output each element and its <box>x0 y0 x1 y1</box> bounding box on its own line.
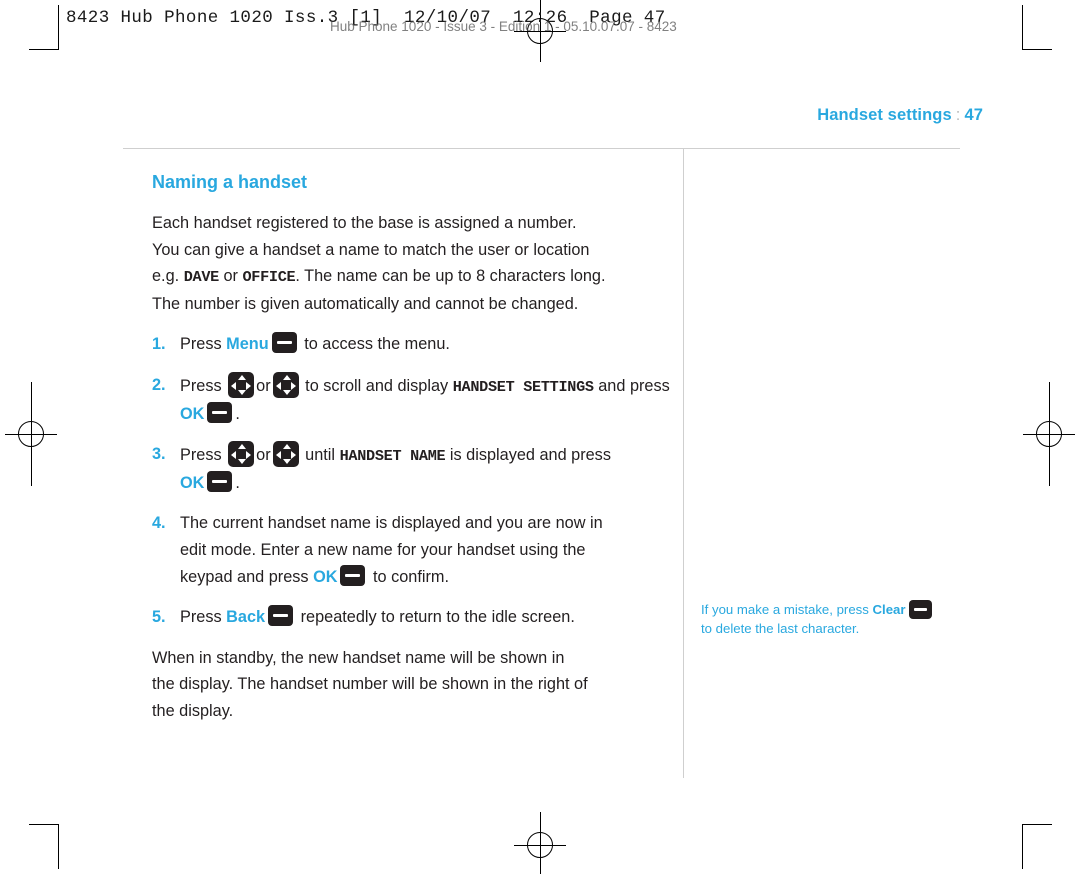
registration-cross-right-v <box>1048 382 1050 486</box>
step-number: 1. <box>152 335 166 354</box>
navigation-key-up-down-icon <box>228 441 255 468</box>
softkey-button-icon <box>268 605 294 627</box>
step-1-text-post: to access the menu. <box>299 335 450 354</box>
registration-cross-bottom-v <box>539 812 541 874</box>
sidenote-text-pre: If you make a mistake, press <box>701 602 873 617</box>
intro-line-3-prefix: e.g. <box>152 267 184 286</box>
step-2-text-tail-post: . <box>235 404 240 423</box>
crop-mark-bottom-right <box>1022 824 1052 869</box>
step-2-text-tail-pre: and press <box>598 376 670 395</box>
closing-paragraph: When in standby, the new handset name wi… <box>152 645 682 725</box>
step-2-text-pre: Press <box>180 376 227 395</box>
list-item: 5. Press Back repeatedly to return to th… <box>152 604 682 631</box>
intro-line-3-suffix: . The name can be up to 8 characters lon… <box>295 267 606 286</box>
step-1-text-pre: Press <box>180 335 227 354</box>
crop-mark-top-left <box>29 5 59 50</box>
step-5-text-pre: Press <box>180 608 227 627</box>
back-key-label: Back <box>226 608 266 627</box>
registration-cross-left-v <box>30 382 32 486</box>
crop-mark-top-right <box>1022 5 1052 50</box>
closing-line-1: When in standby, the new handset name wi… <box>152 648 565 667</box>
step-3-text-post: until <box>300 446 340 465</box>
page-canvas: 8423 Hub Phone 1020 Iss.3 [1] 12/10/07 1… <box>0 0 1080 874</box>
step-3-text-mid: or <box>256 446 271 465</box>
crop-mark-bottom-left <box>29 824 59 869</box>
ok-key-label: OK <box>180 404 205 423</box>
example-name-dave: DAVE <box>183 268 220 287</box>
intro-paragraph: Each handset registered to the base is a… <box>152 210 682 317</box>
sidenote-text-post: to delete the last character. <box>701 621 860 636</box>
step-number: 3. <box>152 445 166 464</box>
step-number: 2. <box>152 375 166 394</box>
step-5-text-post: repeatedly to return to the idle screen. <box>296 608 575 627</box>
page-title: Naming a handset <box>152 172 308 192</box>
navigation-key-up-down-icon <box>228 371 255 398</box>
page-header-folio: Handset settings:47 <box>817 106 983 125</box>
intro-line-1: Each handset registered to the base is a… <box>152 214 577 232</box>
running-head-slug: Hub Phone 1020 - Issue 3 - Edition 1 - 0… <box>330 19 677 34</box>
closing-line-2: the display. The handset number will be … <box>152 675 588 694</box>
closing-line-3: the display. <box>152 701 234 720</box>
softkey-button-icon <box>207 401 233 423</box>
list-item: 4. The current handset name is displayed… <box>152 510 682 590</box>
softkey-button-icon <box>207 470 233 492</box>
step-3-text-tail-pre: is displayed and press <box>445 446 611 465</box>
sidenote-block: If you make a mistake, press Clear to de… <box>701 600 963 638</box>
running-title: Handset settings <box>817 106 952 124</box>
step-4-line-3-pre: keypad and press <box>180 567 314 586</box>
column-divider-rule <box>683 148 684 778</box>
softkey-button-icon <box>340 564 366 586</box>
softkey-button-icon <box>271 332 297 354</box>
example-name-office: OFFICE <box>242 268 296 287</box>
display-text-handset-name: HANDSET NAME <box>339 447 446 466</box>
intro-line-2: You can give a handset a name to match t… <box>152 240 590 259</box>
list-item: 1. Press Menu to access the menu. <box>152 331 682 358</box>
step-4-line-2: edit mode. Enter a new name for your han… <box>180 540 586 559</box>
page-number: 47 <box>964 106 983 124</box>
list-item: 2. Press or to scroll and display HANDSE… <box>152 371 682 427</box>
step-4-line-3-post: to confirm. <box>368 567 450 586</box>
header-divider-rule <box>123 148 960 149</box>
display-text-handset-settings: HANDSET SETTINGS <box>452 377 594 396</box>
step-2-text-mid: or <box>256 376 271 395</box>
folio-separator: : <box>955 106 961 124</box>
intro-line-4: The number is given automatically and ca… <box>152 294 579 313</box>
step-3-text-tail-post: . <box>235 473 240 492</box>
step-4-line-1: The current handset name is displayed an… <box>180 514 603 533</box>
list-item: 3. Press or until HANDSET NAME is displa… <box>152 441 682 496</box>
clear-key-label: Clear <box>872 602 906 617</box>
step-number: 5. <box>152 608 166 627</box>
intro-line-3-middle: or <box>218 267 243 286</box>
procedure-step-list: 1. Press Menu to access the menu. 2. Pre… <box>152 331 682 630</box>
step-3-text-pre: Press <box>180 446 227 465</box>
softkey-button-icon <box>908 600 932 619</box>
menu-key-label: Menu <box>226 335 269 354</box>
navigation-key-left-right-icon <box>272 371 299 398</box>
step-2-text-post: to scroll and display <box>300 376 453 395</box>
navigation-key-left-right-icon <box>272 441 299 468</box>
ok-key-label: OK <box>313 567 338 586</box>
step-number: 4. <box>152 514 166 533</box>
ok-key-label: OK <box>180 473 205 492</box>
main-text-column: Each handset registered to the base is a… <box>152 210 682 739</box>
